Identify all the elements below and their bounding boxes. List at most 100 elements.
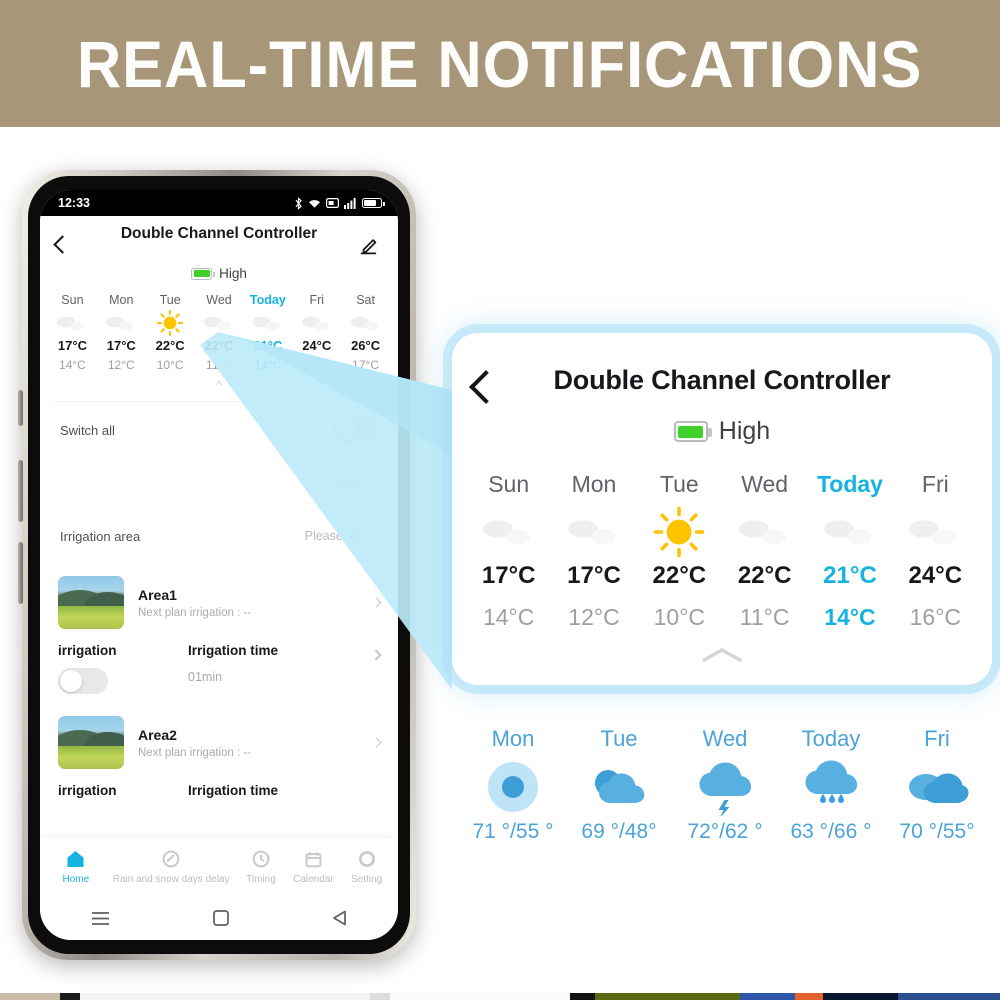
callout-highs-row: 17°C 17°C 22°C 22°C 21°C 24°C bbox=[466, 560, 978, 590]
phone-side-button-mute[interactable] bbox=[18, 390, 23, 426]
sliver-segment bbox=[60, 987, 80, 1000]
callout-low: 16°C bbox=[909, 604, 961, 630]
wifi-icon bbox=[309, 199, 320, 208]
battery-icon bbox=[673, 421, 712, 442]
forecast-item[interactable]: Tue 69 °/48° bbox=[566, 726, 672, 844]
phone-side-button-volume-down[interactable] bbox=[18, 542, 23, 604]
signal-icon bbox=[344, 197, 356, 209]
forecast-day: Mon bbox=[491, 726, 535, 751]
rain-delay-icon bbox=[106, 849, 237, 869]
irrigation-toggle[interactable] bbox=[58, 668, 108, 694]
weather-low: 14°C bbox=[59, 358, 86, 372]
switch-all-toggle[interactable] bbox=[334, 418, 378, 442]
banner: REAL-TIME NOTIFICATIONS bbox=[0, 0, 1000, 127]
sliver-segment bbox=[370, 987, 390, 1000]
weather-forecast-grid[interactable]: Sun Mon Tue Wed Today Fri Sat 17°C 17°C … bbox=[40, 293, 398, 393]
tab-label: Home bbox=[62, 874, 90, 885]
forecast-strip: Mon 71 °/55 ° Tue 69 °/48° Wed 72°/62 ° … bbox=[460, 726, 990, 844]
area-thumbnail bbox=[58, 716, 124, 769]
callout-weather-grid[interactable]: Sun Mon Tue Wed Today Fri 17°C 17°C 22°C… bbox=[466, 471, 978, 631]
cast-icon bbox=[326, 198, 339, 208]
forecast-item[interactable]: Today 63 °/66 ° bbox=[778, 726, 884, 844]
callout-day: Tue bbox=[659, 471, 699, 497]
forecast-item[interactable]: Fri 70 °/55° bbox=[884, 726, 990, 844]
tab-setting[interactable]: Setting bbox=[341, 849, 392, 885]
irrigation-area-label: Irrigation area bbox=[60, 528, 141, 544]
callout-low: 12°C bbox=[568, 604, 620, 630]
cloudy-icon bbox=[466, 504, 551, 560]
home-square-icon[interactable] bbox=[213, 910, 229, 926]
app-title: Double Channel Controller bbox=[120, 225, 318, 242]
tab-label: Calendar bbox=[293, 874, 334, 885]
cloudy-icon bbox=[807, 504, 892, 560]
callout-day: Wed bbox=[741, 471, 789, 497]
tab-timing[interactable]: Timing bbox=[237, 849, 286, 885]
weather-low: 16°C bbox=[303, 358, 331, 372]
app-header: Double Channel Controller bbox=[40, 216, 398, 270]
phone-side-button-volume-up[interactable] bbox=[18, 460, 23, 522]
pencil-icon[interactable] bbox=[358, 236, 380, 258]
forecast-temp: 63 °/66 ° bbox=[790, 820, 872, 843]
sliver-segment bbox=[390, 987, 570, 1000]
weather-high: 22°C bbox=[155, 338, 185, 353]
weather-lows-row: 14°C 12°C 10°C 11°C 14°C 16°C 17°C bbox=[48, 353, 390, 372]
cloudy-icon bbox=[48, 309, 97, 337]
calendar-icon bbox=[285, 849, 341, 869]
weather-low: 11°C bbox=[206, 358, 232, 372]
weather-day: Sun bbox=[61, 293, 84, 307]
irrigation-control-row[interactable]: irrigation Irrigation time bbox=[40, 783, 398, 798]
callout-high: 22°C bbox=[737, 562, 792, 589]
callout-low: 11°C bbox=[739, 604, 790, 630]
sliver-segment bbox=[595, 987, 740, 1000]
area-subtitle: Next plan irrigation : -- bbox=[138, 746, 252, 759]
callout-low: 14°C bbox=[482, 604, 535, 630]
area-name: Area2 bbox=[138, 726, 177, 743]
status-bar: 12:33 bbox=[40, 190, 398, 216]
sliver-segment bbox=[740, 987, 795, 1000]
irrigation-control-row[interactable]: irrigation Irrigation time 01min bbox=[40, 643, 398, 694]
weather-day-today: Today bbox=[249, 293, 286, 307]
tab-calendar[interactable]: Calendar bbox=[285, 849, 341, 885]
status-bar-time: 12:33 bbox=[58, 196, 90, 210]
chevron-up-icon[interactable]: ^ bbox=[48, 378, 390, 393]
weather-high-today: 21°C bbox=[253, 338, 283, 353]
tab-home[interactable]: Home bbox=[46, 849, 106, 885]
switch-all-label: Switch all bbox=[60, 422, 115, 438]
forecast-temp: 70 °/55° bbox=[899, 820, 975, 843]
cloudy-icon bbox=[195, 309, 244, 337]
callout-lows-row: 14°C 12°C 10°C 11°C 14°C 16°C bbox=[466, 590, 978, 631]
weather-low: 10°C bbox=[156, 358, 184, 372]
chevron-right-icon bbox=[369, 479, 380, 489]
irrigation-label: irrigation bbox=[58, 783, 117, 798]
cloudy-icon bbox=[551, 504, 636, 560]
forecast-day: Wed bbox=[702, 726, 748, 751]
forecast-temp: 69 °/48° bbox=[581, 820, 657, 843]
thunderstorm-icon bbox=[672, 756, 778, 818]
callout-battery-label: High bbox=[718, 417, 771, 445]
bottom-tab-bar[interactable]: Home Rain and snow days delay Timing Cal… bbox=[40, 838, 398, 896]
banner-title: REAL-TIME NOTIFICATIONS bbox=[77, 26, 923, 101]
area-subtitle: Next plan irrigation : -- bbox=[138, 606, 252, 619]
tab-rain-snow-delay[interactable]: Rain and snow days delay bbox=[106, 849, 237, 885]
recents-icon[interactable] bbox=[91, 911, 110, 926]
forecast-item[interactable]: Wed 72°/62 ° bbox=[672, 726, 778, 844]
sun-icon bbox=[460, 756, 566, 818]
sun-icon bbox=[637, 504, 722, 560]
forecast-item[interactable]: Mon 71 °/55 ° bbox=[460, 726, 566, 844]
switch-all-row[interactable]: Switch all bbox=[40, 402, 398, 458]
area-name: Area1 bbox=[138, 586, 177, 603]
back-triangle-icon[interactable] bbox=[332, 910, 347, 926]
area-card[interactable]: Area1 Next plan irrigation : -- bbox=[40, 576, 398, 629]
android-nav-bar[interactable] bbox=[40, 896, 398, 940]
chevron-up-icon[interactable] bbox=[452, 646, 992, 669]
irrigation-area-row[interactable]: Irrigation area Please set bbox=[40, 510, 398, 562]
forecast-day: Today bbox=[801, 726, 861, 751]
weather-high: 24°C bbox=[302, 338, 332, 353]
area-card[interactable]: Area2 Next plan irrigation : -- bbox=[40, 716, 398, 769]
order-row[interactable]: order bbox=[40, 458, 398, 510]
irrigation-time-label: Irrigation time bbox=[188, 783, 279, 798]
chevron-right-icon bbox=[370, 649, 382, 661]
callout-battery-status: High bbox=[452, 417, 992, 446]
weather-high: 17°C bbox=[57, 338, 87, 353]
forecast-temp: 72°/62 ° bbox=[687, 820, 763, 843]
